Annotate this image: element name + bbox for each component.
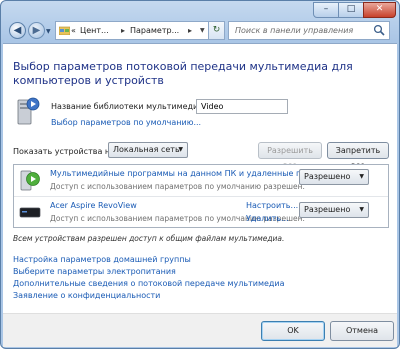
page-title: Выбор параметров потоковой передачи муль… [13,60,353,87]
default-settings-link[interactable]: Выбор параметров по умолчанию... [51,118,201,127]
maximize-button[interactable]: □ [338,2,364,18]
breadcrumb-separator-icon[interactable]: ▸ [121,26,125,35]
search-placeholder: Поиск в панели управления [235,26,354,35]
back-button[interactable]: ◀ [9,22,26,39]
shared-access-note: Всем устройствам разрешен доступ к общим… [13,234,285,243]
media-player-device-icon [19,207,41,218]
device-access-status: Доступ с использованием параметров по ум… [50,182,305,191]
chevron-down-icon: ▼ [359,173,364,180]
allow-all-button[interactable]: Разрешить все [258,142,322,170]
window-chrome: – □ ✕ ◀ ▶ ▼ « Цент... ▸ Параметр... ▸ ▼ … [1,1,399,41]
ok-button[interactable]: OK [261,321,325,341]
device-list: Мультимедийные программы на данном ПК и … [13,164,389,228]
media-programs-icon [20,170,40,191]
device-permission-select[interactable]: Разрешено ▼ [299,202,369,218]
dialog-footer: OK Отмена [3,313,397,347]
network-select-value: Локальная сеть [113,145,180,154]
show-devices-label: Показать устройства на: [13,147,118,156]
cancel-button[interactable]: Отмена [330,321,394,341]
minimize-button[interactable]: – [313,2,339,18]
customize-device-link[interactable]: Настроить... [246,201,298,210]
address-bar[interactable]: « Цент... ▸ Параметр... ▸ ▼ [55,21,223,40]
chevron-down-icon: ▼ [178,146,183,153]
breadcrumb-overflow[interactable]: « [71,26,76,35]
refresh-button[interactable]: ↻ [208,21,225,40]
device-permission-value: Разрешено [304,205,351,214]
homegroup-settings-link[interactable]: Настройка параметров домашней группы [13,254,285,266]
network-select[interactable]: Локальная сеть ▼ [108,142,188,158]
breadcrumb-item[interactable]: Цент... [80,26,109,35]
media-library-icon [17,97,40,125]
device-permission-select[interactable]: Разрешено ▼ [299,169,369,185]
search-icon[interactable] [373,24,385,36]
breadcrumb-item[interactable]: Параметр... [130,26,179,35]
device-row[interactable]: Acer Aspire RevoView Доступ с использова… [14,197,388,228]
search-box[interactable]: Поиск в панели управления [228,21,390,40]
streaming-info-link[interactable]: Дополнительные сведения о потоковой пере… [13,278,285,290]
device-name-link[interactable]: Мультимедийные программы на данном ПК и … [50,169,324,178]
control-panel-window: – □ ✕ ◀ ▶ ▼ « Цент... ▸ Параметр... ▸ ▼ … [0,0,400,349]
related-links: Настройка параметров домашней группы Выб… [13,254,285,302]
chevron-down-icon: ▼ [359,206,364,213]
power-options-link[interactable]: Выберите параметры электропитания [13,266,285,278]
remove-device-link[interactable]: Удалить... [246,214,289,223]
privacy-statement-link[interactable]: Заявление о конфиденциальности [13,290,285,302]
block-all-button[interactable]: Запретить все [327,142,389,170]
main-content: Выбор параметров потоковой передачи муль… [3,43,397,314]
library-name-input[interactable] [196,99,288,114]
close-button[interactable]: ✕ [363,2,396,18]
control-panel-folder-icon [59,26,70,35]
address-dropdown-icon[interactable]: ▼ [200,27,205,34]
forward-button[interactable]: ▶ [28,22,45,39]
device-name-link[interactable]: Acer Aspire RevoView [50,201,137,210]
recent-pages-dropdown[interactable]: ▼ [46,28,51,35]
device-permission-value: Разрешено [304,172,351,181]
breadcrumb-separator-icon[interactable]: ▸ [188,26,192,35]
library-name-label: Название библиотеки мультимедиа: [51,102,206,111]
device-row[interactable]: Мультимедийные программы на данном ПК и … [14,165,388,197]
